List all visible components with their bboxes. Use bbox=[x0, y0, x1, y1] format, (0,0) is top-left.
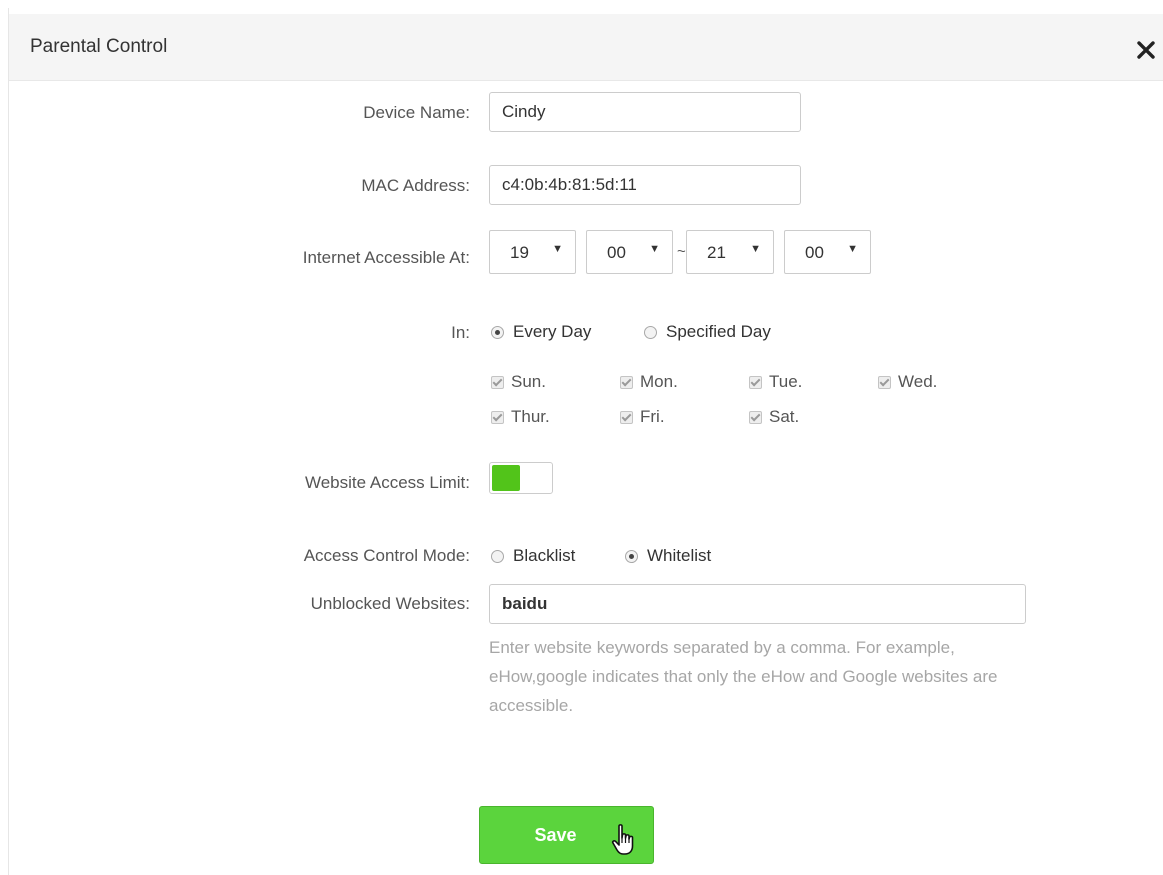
end-minute-value: 00 bbox=[805, 243, 824, 262]
radio-specified-day-label: Specified Day bbox=[666, 322, 771, 341]
radio-dot-checked bbox=[491, 325, 504, 339]
day-checkbox-thur[interactable]: Thur. bbox=[491, 407, 550, 427]
mac-address-input[interactable] bbox=[489, 165, 801, 205]
radio-every-day[interactable]: Every Day bbox=[491, 322, 591, 342]
chevron-down-icon: ▼ bbox=[750, 243, 761, 255]
parental-control-dialog: Parental Control bbox=[8, 8, 1163, 875]
day-label: Mon. bbox=[640, 372, 678, 391]
save-button-label: Save bbox=[534, 824, 577, 845]
in-label: In: bbox=[451, 323, 470, 342]
device-name-label: Device Name: bbox=[363, 103, 470, 122]
time-range-separator: ~ bbox=[677, 243, 686, 260]
unblocked-websites-label: Unblocked Websites: bbox=[310, 594, 470, 613]
day-checkbox-wed[interactable]: Wed. bbox=[878, 372, 937, 392]
radio-dot bbox=[491, 549, 504, 563]
day-checkbox-fri[interactable]: Fri. bbox=[620, 407, 665, 427]
access-time-label: Internet Accessible At: bbox=[302, 248, 470, 267]
checkbox-checked-disabled bbox=[491, 375, 504, 389]
checkbox-checked-disabled bbox=[878, 375, 891, 389]
day-label: Sun. bbox=[511, 372, 546, 391]
toggle-knob bbox=[492, 465, 520, 491]
checkbox-checked-disabled bbox=[620, 410, 633, 424]
start-hour-value: 19 bbox=[510, 243, 529, 262]
end-minute-select[interactable]: 00 ▼ bbox=[784, 230, 871, 274]
unblocked-websites-input[interactable] bbox=[489, 584, 1026, 624]
website-access-limit-label: Website Access Limit: bbox=[304, 473, 470, 492]
radio-blacklist[interactable]: Blacklist bbox=[491, 546, 575, 566]
radio-every-day-label: Every Day bbox=[513, 322, 592, 341]
access-control-mode-label: Access Control Mode: bbox=[303, 546, 470, 565]
end-hour-select[interactable]: 21 ▼ bbox=[686, 230, 774, 274]
day-label: Sat. bbox=[769, 407, 800, 426]
website-access-limit-toggle[interactable] bbox=[489, 462, 553, 494]
day-label: Fri. bbox=[640, 407, 665, 426]
radio-blacklist-label: Blacklist bbox=[513, 546, 576, 565]
unblocked-websites-hint: Enter website keywords separated by a co… bbox=[489, 638, 998, 715]
checkbox-checked-disabled bbox=[620, 375, 633, 389]
chevron-down-icon: ▼ bbox=[847, 243, 858, 255]
day-label: Wed. bbox=[898, 372, 938, 391]
day-checkbox-tue[interactable]: Tue. bbox=[749, 372, 802, 392]
checkbox-checked-disabled bbox=[749, 375, 762, 389]
dialog-header: Parental Control bbox=[9, 14, 1163, 81]
hand-pointer-icon bbox=[611, 824, 634, 855]
chevron-down-icon: ▼ bbox=[552, 243, 563, 255]
day-checkbox-sat[interactable]: Sat. bbox=[749, 407, 799, 427]
radio-whitelist[interactable]: Whitelist bbox=[625, 546, 711, 566]
checkbox-checked-disabled bbox=[491, 410, 504, 424]
start-minute-value: 00 bbox=[607, 243, 626, 262]
close-icon bbox=[1137, 41, 1155, 59]
radio-dot-checked bbox=[625, 549, 638, 563]
radio-specified-day[interactable]: Specified Day bbox=[644, 322, 771, 342]
close-button[interactable] bbox=[1134, 38, 1158, 62]
chevron-down-icon: ▼ bbox=[649, 243, 660, 255]
start-hour-select[interactable]: 19 ▼ bbox=[489, 230, 576, 274]
device-name-input[interactable] bbox=[489, 92, 801, 132]
start-minute-select[interactable]: 00 ▼ bbox=[586, 230, 673, 274]
mac-address-label: MAC Address: bbox=[361, 176, 470, 195]
day-label: Thur. bbox=[511, 407, 550, 426]
radio-whitelist-label: Whitelist bbox=[647, 546, 712, 565]
checkbox-checked-disabled bbox=[749, 410, 762, 424]
day-checkbox-mon[interactable]: Mon. bbox=[620, 372, 678, 392]
radio-dot bbox=[644, 325, 657, 339]
dialog-title: Parental Control bbox=[30, 36, 168, 57]
day-checkbox-sun[interactable]: Sun. bbox=[491, 372, 546, 392]
end-hour-value: 21 bbox=[707, 243, 726, 262]
day-label: Tue. bbox=[769, 372, 803, 391]
